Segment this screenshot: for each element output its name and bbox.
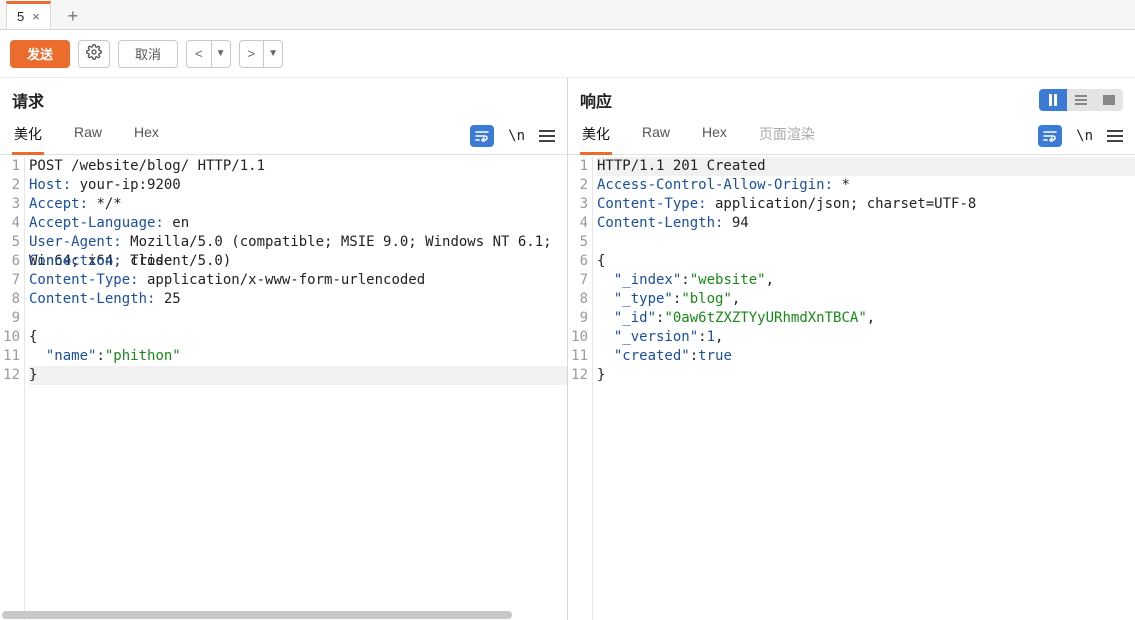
- menu-icon[interactable]: [539, 130, 555, 142]
- newline-indicator[interactable]: \n: [1076, 128, 1093, 144]
- history-forward[interactable]: > ▼: [239, 40, 284, 68]
- request-editor[interactable]: 123456789101112 POST /website/blog/ HTTP…: [0, 155, 567, 620]
- response-code[interactable]: HTTP/1.1 201 CreatedAccess-Control-Allow…: [592, 157, 1135, 620]
- response-gutter: 123456789101112: [568, 157, 592, 620]
- send-button[interactable]: 发送: [10, 40, 70, 68]
- request-code[interactable]: POST /website/blog/ HTTP/1.1Host: your-i…: [24, 157, 567, 620]
- request-subtab-row: 美化 Raw Hex \n: [0, 112, 567, 155]
- settings-button[interactable]: [78, 40, 110, 68]
- response-title: 响应: [580, 88, 612, 112]
- chevron-right-icon[interactable]: >: [240, 41, 264, 67]
- chevron-left-icon[interactable]: <: [187, 41, 211, 67]
- plus-icon: +: [68, 6, 79, 27]
- dropdown-icon[interactable]: ▼: [211, 41, 230, 67]
- request-title: 请求: [12, 88, 44, 112]
- subtab-raw[interactable]: Raw: [640, 118, 672, 154]
- request-pane: 请求 美化 Raw Hex \n 123456789101112 POST /w…: [0, 78, 568, 620]
- subtab-hex[interactable]: Hex: [700, 118, 729, 154]
- action-bar: 发送 取消 < ▼ > ▼: [0, 30, 1135, 78]
- history-back[interactable]: < ▼: [186, 40, 231, 68]
- cancel-label: 取消: [135, 44, 161, 63]
- panes: 请求 美化 Raw Hex \n 123456789101112 POST /w…: [0, 78, 1135, 620]
- layout-toggle[interactable]: [1039, 89, 1123, 111]
- menu-icon[interactable]: [1107, 130, 1123, 142]
- layout-rows-icon[interactable]: [1067, 89, 1095, 111]
- subtab-render[interactable]: 页面渲染: [757, 118, 817, 154]
- subtab-pretty[interactable]: 美化: [12, 118, 44, 155]
- subtab-hex[interactable]: Hex: [132, 118, 161, 154]
- wrap-toggle[interactable]: [470, 125, 494, 147]
- cancel-button[interactable]: 取消: [118, 40, 178, 68]
- gear-icon: [86, 44, 102, 63]
- subtab-pretty[interactable]: 美化: [580, 118, 612, 155]
- response-editor[interactable]: 123456789101112 HTTP/1.1 201 CreatedAcce…: [568, 155, 1135, 620]
- tab-active[interactable]: 5 ×: [6, 1, 51, 29]
- response-pane: 响应 美化 Raw Hex 页面渲染 \n 12345: [568, 78, 1135, 620]
- add-tab-button[interactable]: +: [59, 3, 87, 29]
- send-label: 发送: [27, 44, 53, 63]
- scrollbar[interactable]: [0, 610, 567, 620]
- newline-indicator[interactable]: \n: [508, 128, 525, 144]
- subtab-raw[interactable]: Raw: [72, 118, 104, 154]
- response-subtab-row: 美化 Raw Hex 页面渲染 \n: [568, 112, 1135, 155]
- close-icon[interactable]: ×: [32, 10, 40, 23]
- request-gutter: 123456789101112: [0, 157, 24, 620]
- layout-single-icon[interactable]: [1095, 89, 1123, 111]
- dropdown-icon[interactable]: ▼: [263, 41, 282, 67]
- tab-label: 5: [17, 9, 24, 24]
- layout-columns-icon[interactable]: [1039, 89, 1067, 111]
- wrap-toggle[interactable]: [1038, 125, 1062, 147]
- tab-bar: 5 × +: [0, 0, 1135, 30]
